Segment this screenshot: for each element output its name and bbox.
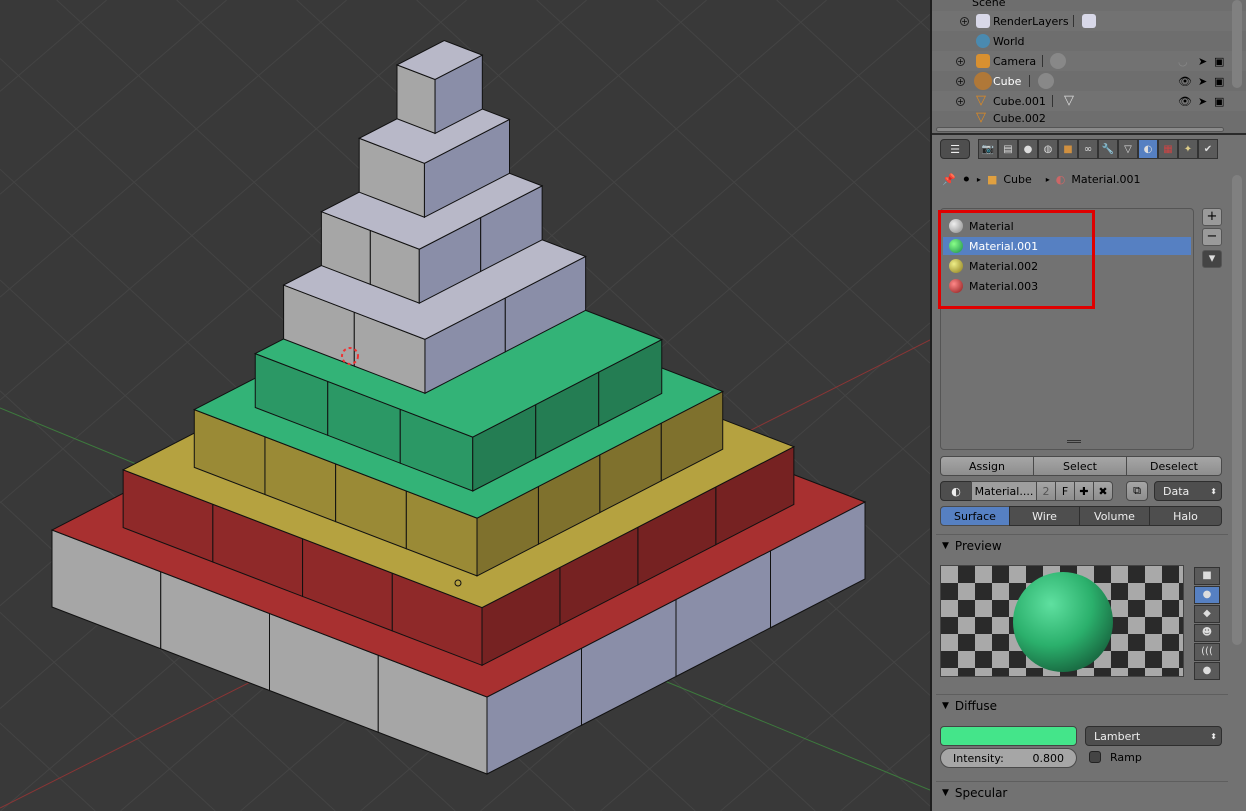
list-resize-handle[interactable] <box>1067 440 1081 443</box>
particles-tab[interactable]: ✦ <box>1178 139 1198 159</box>
scene-icon: ⚫ <box>961 173 971 186</box>
grid-line <box>840 733 930 811</box>
material-preview <box>940 565 1184 677</box>
render-layers-icon <box>976 14 990 28</box>
3d-viewport[interactable] <box>0 0 930 811</box>
render-tab[interactable]: 📷 <box>978 139 998 159</box>
mesh-data-icon <box>1038 73 1054 89</box>
scene-tab[interactable]: ● <box>1018 139 1038 159</box>
link-dropdown[interactable]: Data ⬍ <box>1154 481 1222 501</box>
outliner-row-cube[interactable]: + Cube 👁 ➤ ▣ <box>932 71 1246 91</box>
constraints-tab[interactable]: ∞ <box>1078 139 1098 159</box>
render-icon[interactable]: ▣ <box>1214 95 1224 108</box>
properties-tabs: 📷 ▤ ● ◍ ■ ∞ 🔧 ▽ ◐ ▦ ✦ ✔ <box>978 139 1218 159</box>
grid-line <box>776 0 930 142</box>
visibility-icon[interactable]: 👁 <box>1178 95 1192 108</box>
physics-tab[interactable]: ✔ <box>1198 139 1218 159</box>
grid-line <box>0 0 227 195</box>
pin-icon[interactable]: 📌 <box>942 173 956 186</box>
outliner-row-world[interactable]: World <box>932 31 1246 51</box>
material-name-field[interactable]: Material.... <box>971 481 1037 501</box>
specular-panel-header[interactable]: ▼ Specular <box>936 781 1228 803</box>
preview-sphere <box>1013 572 1113 672</box>
users-count[interactable]: 2 <box>1036 481 1056 501</box>
tab-wire[interactable]: Wire <box>1009 506 1080 526</box>
intensity-slider[interactable]: Intensity: 0.800 <box>940 748 1077 768</box>
visibility-icon[interactable]: ◡ <box>1178 55 1188 68</box>
grid-line <box>896 0 930 32</box>
select-arrow-icon[interactable]: ➤ <box>1198 55 1207 68</box>
grid-line <box>536 0 930 364</box>
expand-icon[interactable]: + <box>956 76 965 86</box>
render-layers-tab[interactable]: ▤ <box>998 139 1018 159</box>
grid-line <box>720 631 930 811</box>
preview-flat-button[interactable]: ■ <box>1194 567 1220 585</box>
preview-monkey-button[interactable]: ☻ <box>1194 624 1220 642</box>
browse-material-button[interactable]: ◐ <box>940 481 972 501</box>
outliner-row-cube-001[interactable]: + ▽ Cube.001 ▽ 👁 ➤ ▣ <box>932 91 1246 111</box>
mesh-object-icon <box>974 72 992 90</box>
expand-icon[interactable]: + <box>956 56 965 66</box>
cube-icon: ■ <box>986 173 998 186</box>
preview-sphere-button[interactable]: ● <box>1194 586 1220 604</box>
tab-halo[interactable]: Halo <box>1149 506 1222 526</box>
fake-user-button[interactable]: F <box>1055 481 1075 501</box>
preview-cube-button[interactable]: ◆ <box>1194 605 1220 623</box>
select-arrow-icon[interactable]: ➤ <box>1198 75 1207 88</box>
tab-surface[interactable]: Surface <box>940 506 1010 526</box>
diffuse-panel-header[interactable]: ▼ Diffuse <box>936 694 1228 716</box>
preview-panel-header[interactable]: ▼ Preview <box>936 534 1228 556</box>
mesh-object-icon: ▽ <box>976 110 986 125</box>
material-tab[interactable]: ◐ <box>1138 139 1158 159</box>
preview-hair-button[interactable]: ((( <box>1194 643 1220 661</box>
texture-tab[interactable]: ▦ <box>1158 139 1178 159</box>
remove-slot-button[interactable]: − <box>1202 228 1222 246</box>
outliner-row-cube-002[interactable]: ▽ Cube.002 <box>932 109 1246 127</box>
preview-world-button[interactable]: ● <box>1194 662 1220 680</box>
unlink-material-button[interactable]: ✖ <box>1093 481 1113 501</box>
deselect-button[interactable]: Deselect <box>1126 456 1222 476</box>
object-tab[interactable]: ■ <box>1058 139 1078 159</box>
grid-line <box>656 0 930 253</box>
select-arrow-icon[interactable]: ➤ <box>1198 95 1207 108</box>
pyramid-mesh[interactable] <box>0 0 930 811</box>
data-tab[interactable]: ▽ <box>1118 139 1138 159</box>
add-slot-button[interactable]: + <box>1202 208 1222 226</box>
render-layers-icon <box>1082 14 1096 28</box>
mesh-data-icon: ▽ <box>1064 93 1074 108</box>
modifier-tab[interactable]: 🔧 <box>1098 139 1118 159</box>
new-material-button[interactable]: ✚ <box>1074 481 1094 501</box>
breadcrumb: 📌 ⚫ ▸ ■ Cube ▸ ◐ Material.001 <box>942 173 1141 186</box>
world-icon <box>976 34 990 48</box>
camera-data-icon <box>1050 53 1066 69</box>
mesh-object-icon: ▽ <box>976 93 986 108</box>
highlight-annotation <box>938 210 1095 309</box>
world-tab[interactable]: ◍ <box>1038 139 1058 159</box>
visibility-icon[interactable]: 👁 <box>1178 75 1192 88</box>
tab-volume[interactable]: Volume <box>1079 506 1150 526</box>
material-icon: ◐ <box>1055 173 1066 186</box>
properties-scrollbar[interactable] <box>1232 175 1242 645</box>
diffuse-color-swatch[interactable] <box>940 726 1077 746</box>
outliner-row-camera[interactable]: + Camera ◡ ➤ ▣ <box>932 51 1246 71</box>
render-icon[interactable]: ▣ <box>1214 75 1224 88</box>
ramp-checkbox[interactable] <box>1089 751 1101 763</box>
expand-icon[interactable]: + <box>956 96 965 106</box>
grid-line <box>0 0 107 92</box>
outliner-horizontal-scrollbar[interactable] <box>936 127 1224 132</box>
expand-icon[interactable]: + <box>960 16 969 26</box>
outliner-vertical-scrollbar[interactable] <box>1232 0 1242 88</box>
diffuse-shader-dropdown[interactable]: Lambert ⬍ <box>1085 726 1222 746</box>
outliner: Scene + RenderLayers World + Camera ◡ ➤ … <box>932 0 1246 133</box>
slot-menu-button[interactable]: ▾ <box>1202 250 1222 268</box>
editor-type-menu[interactable]: ☰ <box>940 139 970 159</box>
assign-button[interactable]: Assign <box>940 456 1034 476</box>
grid-line <box>0 0 347 298</box>
link-toggle-icon[interactable]: ⧉ <box>1126 481 1148 501</box>
camera-icon <box>976 54 990 68</box>
ramp-label: Ramp <box>1110 751 1142 764</box>
outliner-row-renderlayers[interactable]: + RenderLayers <box>932 11 1246 31</box>
select-button[interactable]: Select <box>1033 456 1127 476</box>
render-icon[interactable]: ▣ <box>1214 55 1224 68</box>
